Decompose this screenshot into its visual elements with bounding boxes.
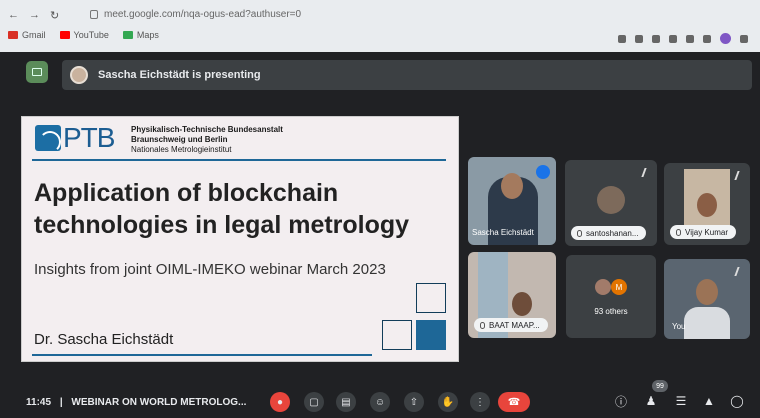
person-silhouette <box>684 307 730 339</box>
speaking-icon <box>536 165 550 179</box>
present-icon: ⇧ <box>409 396 419 408</box>
camera-toggle-button[interactable]: ▢ <box>304 392 324 412</box>
participant-count-badge: 99 <box>652 380 668 392</box>
camera-icon[interactable] <box>618 34 626 43</box>
emoji-button[interactable]: ☺ <box>370 392 390 412</box>
mic-icon <box>480 321 485 329</box>
meeting-name: WEBINAR ON WORLD METROLOG... <box>71 397 247 408</box>
captions-icon: ▤ <box>341 396 351 408</box>
zoom-icon[interactable] <box>635 34 643 43</box>
bookmark-star-icon[interactable] <box>669 34 677 43</box>
back-icon[interactable]: ← <box>8 9 19 21</box>
mic-off-icon <box>734 171 744 180</box>
extensions-icon[interactable] <box>686 34 694 43</box>
menu-icon[interactable] <box>740 34 748 43</box>
bookmark-youtube[interactable]: YouTube <box>59 30 109 40</box>
mic-off-icon <box>641 168 651 177</box>
more-options-button[interactable]: ⋮ <box>470 392 490 412</box>
profile-avatar[interactable] <box>720 33 731 44</box>
tile-name: Sascha Eichstädt <box>472 228 534 237</box>
present-button[interactable]: ⇧ <box>404 392 424 412</box>
sidepanel-icon[interactable] <box>703 34 711 43</box>
ptb-gauge-icon <box>35 125 61 153</box>
leave-call-button[interactable]: ☎ <box>498 392 530 412</box>
meeting-info: 11:45 | WEBINAR ON WORLD METROLOG... <box>26 397 247 408</box>
bookmarks-bar: Gmail YouTube Maps <box>8 30 159 40</box>
presenting-text: Sascha Eichstädt is presenting <box>98 69 261 81</box>
ptb-logo: PTB <box>35 122 121 153</box>
slide-author: Dr. Sascha Eichstädt <box>34 331 174 348</box>
shared-slide: PTB Physikalisch-Technische Bundesanstal… <box>22 117 458 361</box>
slide-subtitle: Insights from joint OIML-IMEKO webinar M… <box>34 261 386 278</box>
video-icon: ▢ <box>309 396 319 408</box>
emoji-icon: ☺ <box>374 396 386 408</box>
mic-icon <box>577 229 582 237</box>
url-text: meet.google.com/nqa-ogus-ead?authuser=0 <box>104 8 302 20</box>
forward-icon[interactable]: → <box>29 9 40 21</box>
present-screen-icon <box>32 68 42 76</box>
face <box>501 173 523 199</box>
mic-icon <box>676 228 681 236</box>
activities-icon[interactable]: ▲ <box>702 394 716 408</box>
name-pill: santoshanan... <box>571 226 647 240</box>
others-count: 93 others <box>594 307 628 316</box>
bookmark-gmail[interactable]: Gmail <box>8 30 46 40</box>
avatar <box>597 186 625 214</box>
tile-baat[interactable]: BAAT MAAP... <box>468 252 556 338</box>
name-pill: Vijay Kumar <box>670 225 736 239</box>
screen-layout-button[interactable] <box>26 61 48 83</box>
tile-name: You <box>672 322 686 331</box>
presenting-banner: Sascha Eichstädt is presenting <box>62 60 752 90</box>
meet-window: ← → ↻ meet.google.com/nqa-ogus-ead?authu… <box>0 0 760 418</box>
maps-icon <box>122 31 133 39</box>
header-rule <box>32 159 446 161</box>
deco-square-filled <box>416 320 446 350</box>
lock-icon <box>90 9 98 19</box>
browser-toolbar-icons <box>618 33 748 44</box>
logo-text: PTB <box>63 122 115 153</box>
chat-icon[interactable]: ☰ <box>674 394 688 408</box>
gmail-icon <box>8 31 18 39</box>
face <box>697 193 717 217</box>
face <box>696 279 718 305</box>
slide-title: Application of blockchain technologies i… <box>34 179 410 239</box>
tile-vijay[interactable]: Vijay Kumar <box>664 163 750 245</box>
phone-hangup-icon: ☎ <box>507 396 521 408</box>
name-pill: BAAT MAAP... <box>474 318 548 332</box>
tile-you[interactable]: You <box>664 259 750 339</box>
footer-rule <box>32 354 372 356</box>
avatar-letter: M <box>611 279 627 295</box>
meeting-details-icon[interactable]: ⓘ <box>614 394 628 409</box>
host-controls-icon[interactable]: ◯ <box>730 394 744 408</box>
avatar <box>595 279 611 295</box>
institution-name: Physikalisch-Technische Bundesanstalt Br… <box>131 125 283 154</box>
presenter-avatar <box>70 66 88 84</box>
browser-chrome: ← → ↻ meet.google.com/nqa-ogus-ead?authu… <box>0 0 760 52</box>
captions-button[interactable]: ▤ <box>336 392 356 412</box>
raise-hand-button[interactable]: ✋ <box>438 392 458 412</box>
tile-others[interactable]: M 93 others <box>566 255 656 338</box>
reload-icon[interactable]: ↻ <box>50 9 59 22</box>
mic-toggle-button[interactable]: ● <box>270 392 290 412</box>
nav-buttons: ← → ↻ <box>8 6 59 24</box>
mic-off-icon: ● <box>276 396 284 408</box>
hand-icon: ✋ <box>441 396 455 408</box>
face <box>512 292 532 316</box>
address-bar[interactable]: meet.google.com/nqa-ogus-ead?authuser=0 <box>90 5 630 23</box>
deco-square <box>416 283 446 313</box>
mic-off-icon <box>734 267 744 276</box>
more-vert-icon: ⋮ <box>475 396 485 408</box>
bookmark-maps[interactable]: Maps <box>122 30 159 40</box>
share-icon[interactable] <box>652 34 660 43</box>
people-icon[interactable]: ♟ <box>644 394 658 408</box>
deco-square <box>382 320 412 350</box>
tile-santosh[interactable]: santoshanan... <box>565 160 657 246</box>
tile-presenter[interactable]: Sascha Eichstädt <box>468 157 556 245</box>
youtube-icon <box>59 31 70 39</box>
